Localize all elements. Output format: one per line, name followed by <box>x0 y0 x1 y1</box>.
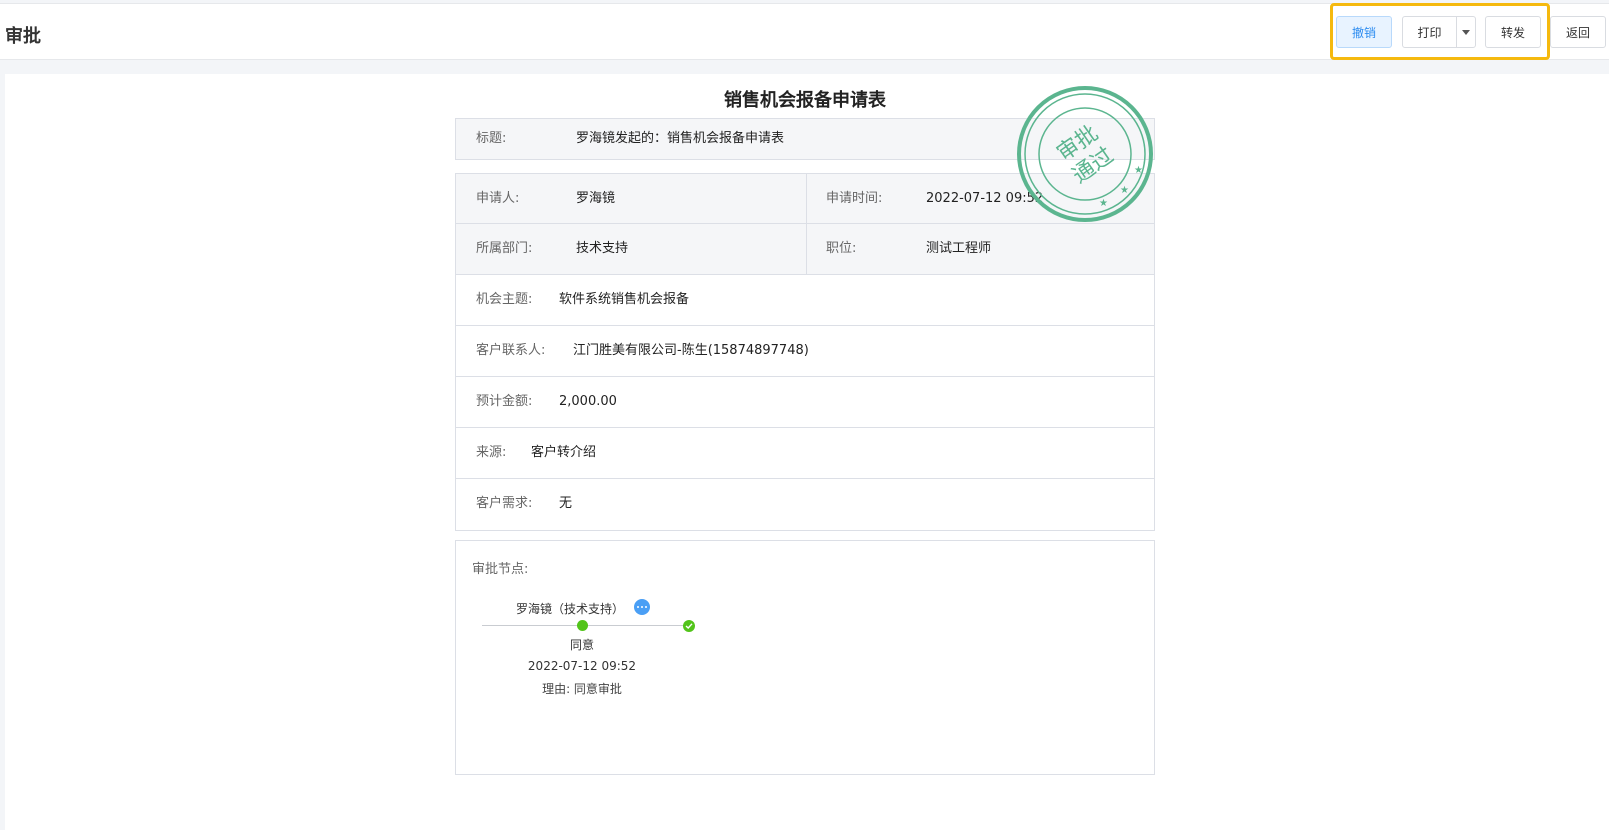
subject-value: 罗海镜发起的：销售机会报备申请表 <box>576 131 785 146</box>
applicant-value: 罗海镜 <box>576 191 616 206</box>
department-value: 技术支持 <box>576 241 629 256</box>
check-circle-icon <box>683 620 695 632</box>
estimated-amount-row: 预计金额: 2,000.00 <box>455 376 1155 428</box>
customer-contact-row: 客户联系人: 江门胜美有限公司-陈生(15874897748) <box>455 325 1155 377</box>
position-value: 测试工程师 <box>926 241 992 256</box>
estimated-amount-value: 2,000.00 <box>559 394 617 409</box>
print-dropdown-button[interactable] <box>1456 16 1476 48</box>
customer-needs-row: 客户需求: 无 <box>455 478 1155 531</box>
customer-contact-label: 客户联系人: <box>476 343 546 358</box>
source-row: 来源: 客户转介绍 <box>455 427 1155 479</box>
back-button[interactable]: 返回 <box>1550 16 1606 48</box>
revoke-button[interactable]: 撤销 <box>1336 16 1392 48</box>
approver-name: 罗海镜（技术支持） <box>516 602 625 616</box>
customer-needs-value: 无 <box>559 496 573 511</box>
department-label: 所属部门: <box>476 241 533 256</box>
column-divider <box>806 174 807 223</box>
source-label: 来源: <box>476 445 507 460</box>
chevron-down-icon <box>1462 29 1470 35</box>
approval-nodes-label: 审批节点: <box>472 562 529 577</box>
approval-time: 2022-07-12 09:52 <box>527 659 637 673</box>
apply-time-label: 申请时间: <box>826 191 883 206</box>
approval-status: 同意 <box>569 638 594 652</box>
position-label: 职位: <box>826 241 857 256</box>
approval-reason: 理由: 同意审批 <box>542 682 622 696</box>
department-row: 所属部门: 技术支持 职位: 测试工程师 <box>455 223 1155 275</box>
approved-stamp: 审批 通过 ★ ★ ★ <box>1017 86 1153 222</box>
column-divider <box>806 224 807 274</box>
source-value: 客户转介绍 <box>531 445 597 460</box>
customer-needs-label: 客户需求: <box>476 496 533 511</box>
applicant-label: 申请人: <box>476 191 520 206</box>
opportunity-topic-row: 机会主题: 软件系统销售机会报备 <box>455 274 1155 326</box>
timeline-line <box>482 625 694 626</box>
customer-contact-value: 江门胜美有限公司-陈生(15874897748) <box>573 343 809 358</box>
opportunity-topic-value: 软件系统销售机会报备 <box>559 292 690 307</box>
subject-label: 标题: <box>476 131 507 146</box>
print-button[interactable]: 打印 <box>1402 16 1457 48</box>
forward-button[interactable]: 转发 <box>1485 16 1541 48</box>
stamp-star-icon: ★ <box>1099 198 1108 209</box>
opportunity-topic-label: 机会主题: <box>476 292 533 307</box>
stamp-star-icon: ★ <box>1120 185 1129 196</box>
page-title: 审批 <box>5 26 41 47</box>
more-options-icon[interactable] <box>634 599 650 615</box>
approval-nodes-panel: 审批节点: 罗海镜（技术支持） 同意 2022-07-12 09:52 理由: … <box>455 540 1155 775</box>
estimated-amount-label: 预计金额: <box>476 394 533 409</box>
approved-node-dot <box>577 620 588 631</box>
stamp-star-icon: ★ <box>1134 165 1143 176</box>
